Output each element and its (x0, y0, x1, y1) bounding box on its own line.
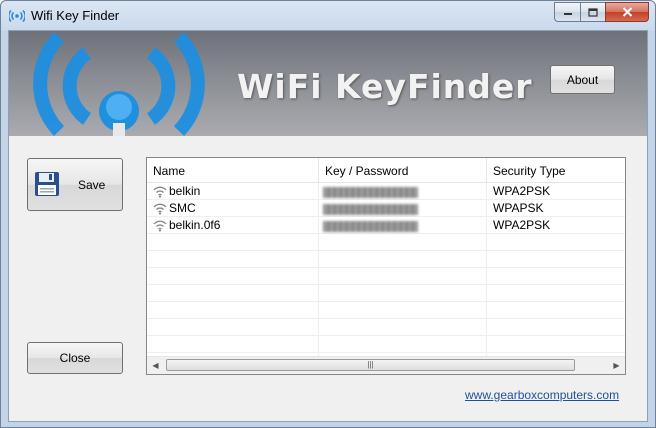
table-row[interactable]: SMC WPAPSK (147, 200, 625, 217)
security-type: WPA2PSK (493, 218, 551, 232)
column-header-name[interactable]: Name (147, 158, 319, 182)
security-type: WPAPSK (493, 201, 544, 215)
network-name: belkin (169, 184, 201, 198)
title-bar[interactable]: Wifi Key Finder (1, 1, 655, 30)
scroll-right-icon[interactable]: ▶ (608, 357, 625, 374)
wifi-signal-icon (153, 220, 167, 232)
grid-line (147, 318, 625, 319)
horizontal-scrollbar[interactable]: ◀ ||| ▶ (147, 356, 625, 374)
wifi-signal-icon (153, 203, 167, 215)
network-list[interactable]: Name Key / Password Security Type belkin… (146, 157, 626, 375)
wifi-logo-icon (33, 32, 205, 136)
grid-line (147, 250, 625, 251)
minimize-button[interactable] (554, 2, 580, 22)
close-icon (622, 7, 632, 17)
column-header-security[interactable]: Security Type (487, 158, 625, 182)
grid-line (147, 301, 625, 302)
minimize-icon (563, 13, 572, 15)
save-button[interactable]: Save (27, 158, 123, 211)
app-window: Wifi Key Finder WiFi KeyFinder About Sav… (0, 0, 656, 428)
client-area: WiFi KeyFinder About Save Close Name Key… (8, 30, 648, 422)
wifi-signal-icon (153, 186, 167, 198)
network-name: belkin.0f6 (169, 218, 221, 232)
close-button[interactable]: Close (27, 342, 123, 374)
grid-line (147, 335, 625, 336)
key-redacted (323, 204, 418, 215)
security-type: WPA2PSK (493, 184, 551, 198)
grid-line (147, 284, 625, 285)
about-button[interactable]: About (550, 65, 615, 94)
table-row[interactable]: belkin WPA2PSK (147, 183, 625, 200)
wifi-icon (9, 9, 25, 23)
close-window-button[interactable] (605, 2, 649, 22)
list-header: Name Key / Password Security Type (147, 158, 625, 183)
scroll-thumb[interactable]: ||| (166, 359, 575, 371)
network-name: SMC (169, 201, 196, 215)
key-redacted (323, 187, 418, 198)
column-header-key[interactable]: Key / Password (319, 158, 487, 182)
key-redacted (323, 221, 418, 232)
table-row[interactable]: belkin.0f6 WPA2PSK (147, 217, 625, 234)
maximize-icon (588, 7, 598, 17)
window-controls (554, 2, 649, 22)
maximize-button[interactable] (580, 2, 605, 22)
grid-line (147, 267, 625, 268)
banner: WiFi KeyFinder About (9, 31, 647, 136)
grid-line (147, 352, 625, 353)
banner-title: WiFi KeyFinder (237, 67, 533, 106)
floppy-disk-icon (35, 172, 59, 196)
save-button-label: Save (78, 178, 106, 192)
website-link[interactable]: www.gearboxcomputers.com (465, 388, 619, 402)
scroll-left-icon[interactable]: ◀ (147, 357, 164, 374)
window-title: Wifi Key Finder (31, 8, 120, 23)
